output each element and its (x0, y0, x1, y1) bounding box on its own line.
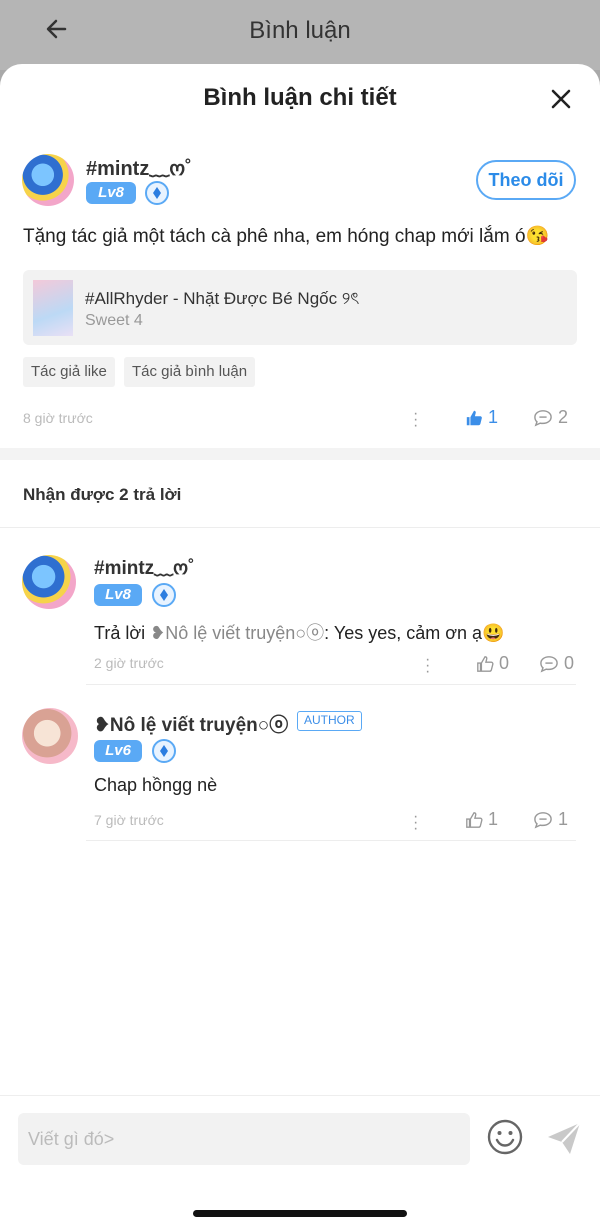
page-title: Bình luận (249, 17, 351, 44)
more-options-icon[interactable]: · · · (425, 652, 430, 680)
reply-count-button[interactable]: 1 (533, 809, 568, 830)
section-divider (0, 448, 600, 460)
divider (0, 527, 600, 528)
tag-author-liked: Tác giả like (23, 357, 115, 387)
thumbs-up-icon (466, 411, 482, 426)
reply-avatar[interactable] (22, 708, 78, 764)
reply-body: : Yes yes, cảm ơn ạ😃 (324, 623, 505, 643)
reply-prefix: Trả lời (94, 623, 146, 643)
rank-badge-icon (145, 181, 169, 205)
reply-avatar[interactable] (22, 555, 76, 609)
divider (86, 840, 576, 841)
rank-badge-icon (152, 739, 176, 763)
comment-input[interactable] (18, 1113, 470, 1165)
reply-count-button[interactable]: 0 (539, 653, 574, 674)
divider (86, 684, 576, 685)
more-options-icon[interactable]: · · · (413, 809, 418, 837)
page-header: Bình luận (0, 0, 600, 70)
reply-time: 2 giờ trước (94, 655, 164, 671)
rank-badge-icon (152, 583, 176, 607)
level-badge: Lv8 (86, 182, 136, 204)
like-count: 0 (499, 653, 510, 673)
avatar[interactable] (22, 154, 74, 206)
story-title: #AllRhyder - Nhặt Được Bé Ngốc ୨ৎ (85, 289, 360, 308)
comment-bubble-icon (534, 410, 552, 427)
thumbs-up-icon (466, 812, 483, 829)
like-button[interactable]: 1 (465, 809, 498, 830)
close-icon[interactable] (546, 84, 576, 114)
like-button[interactable]: 0 (476, 653, 509, 674)
username[interactable]: #mintz﹏ო˚ (86, 152, 192, 181)
comment-time: 8 giờ trước (23, 410, 93, 426)
home-indicator (193, 1210, 407, 1217)
like-button[interactable]: 1 (465, 407, 498, 428)
reply-username[interactable]: #mintz﹏ო˚ (94, 553, 194, 580)
comment-bubble-icon (540, 656, 558, 673)
comment-detail-sheet: Bình luận chi tiết #mintz﹏ო˚ Lv8 Theo dõ… (0, 64, 600, 1229)
level-badge: Lv6 (94, 740, 142, 762)
story-thumbnail (33, 280, 73, 336)
more-options-icon[interactable]: · · · (413, 406, 418, 434)
reply-count: 2 (558, 407, 569, 427)
story-chapter: Sweet 4 (85, 312, 143, 329)
reply-count-button[interactable]: 2 (533, 407, 568, 428)
story-card[interactable]: #AllRhyder - Nhặt Được Bé Ngốc ୨ৎ Sweet … (23, 270, 577, 345)
thumbs-up-icon (477, 656, 494, 673)
comment-bubble-icon (534, 812, 552, 829)
follow-button[interactable]: Theo dõi (476, 160, 576, 200)
like-count: 1 (488, 407, 499, 427)
comment-text: Tặng tác giả một tách cà phê nha, em hón… (23, 226, 550, 247)
reply-text: Chap hồngg nè (94, 775, 218, 795)
send-icon[interactable] (544, 1118, 584, 1158)
emoji-icon[interactable] (486, 1118, 524, 1156)
comment-composer (0, 1095, 600, 1175)
reply-username[interactable]: ❥Nô lệ viết truyện○ⓞ (94, 710, 288, 737)
sheet-title: Bình luận chi tiết (203, 84, 397, 111)
reply-text: Trả lời ❥Nô lệ viết truyện○ⓞ: Yes yes, c… (94, 619, 504, 645)
replies-header: Nhận được 2 trả lời (23, 485, 182, 504)
reply-time: 7 giờ trước (94, 812, 164, 828)
tag-author-commented: Tác giả bình luận (124, 357, 256, 387)
reply-to-user[interactable]: ❥Nô lệ viết truyện○ⓞ (150, 623, 324, 643)
author-badge: AUTHOR (297, 711, 362, 731)
reply-count: 0 (564, 653, 575, 673)
level-badge: Lv8 (94, 584, 142, 606)
reply-count: 1 (558, 809, 569, 829)
like-count: 1 (488, 809, 499, 829)
